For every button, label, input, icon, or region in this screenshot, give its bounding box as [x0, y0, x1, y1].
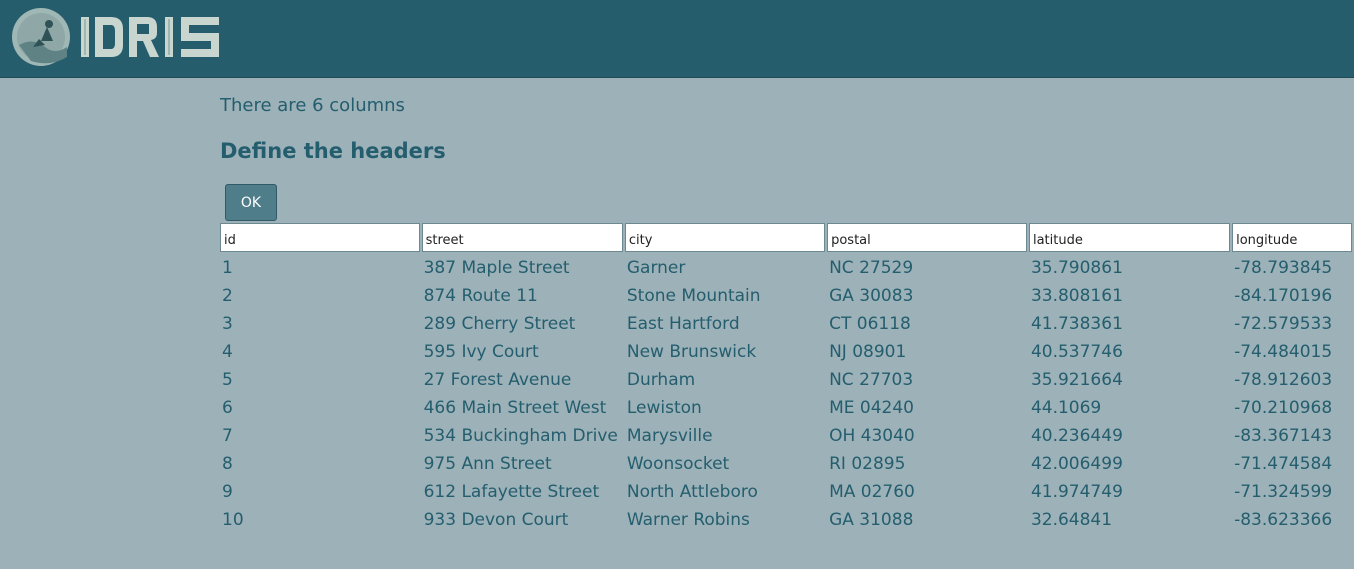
- cell-street: 289 Cherry Street: [423, 314, 576, 334]
- cell-longitude: -84.170196: [1234, 286, 1333, 306]
- cell-postal: NC 27703: [829, 370, 914, 390]
- cell-city: East Hartford: [626, 314, 740, 334]
- table-row: 9 612 Lafayette Street North Attleboro M…: [220, 478, 1352, 506]
- cell-city: Durham: [626, 370, 696, 390]
- table-row: 7 534 Buckingham Drive Marysville OH 430…: [220, 422, 1352, 450]
- cell-id: 6: [222, 398, 233, 418]
- cell-postal: CT 06118: [829, 314, 911, 334]
- header-input-latitude[interactable]: [1028, 223, 1231, 252]
- cell-postal: NC 27529: [829, 258, 914, 278]
- table-row: 10 933 Devon Court Warner Robins GA 3108…: [220, 506, 1352, 534]
- top-header-bar: [0, 0, 1354, 77]
- header-input-id[interactable]: [220, 223, 420, 252]
- cell-city: Woonsocket: [626, 454, 730, 474]
- cell-postal: GA 31088: [829, 510, 914, 530]
- table-row: 6 466 Main Street West Lewiston ME 04240…: [220, 394, 1352, 422]
- cell-id: 10: [222, 510, 244, 530]
- table-row: 8 975 Ann Street Woonsocket RI 02895 42.…: [220, 450, 1352, 478]
- table-row: 2 874 Route 11 Stone Mountain GA 30083 3…: [220, 282, 1352, 310]
- cell-longitude: -83.367143: [1234, 426, 1333, 446]
- table-row: 1 387 Maple Street Garner NC 27529 35.79…: [220, 254, 1352, 282]
- cell-city: Lewiston: [626, 398, 702, 418]
- cell-latitude: 32.64841: [1030, 510, 1113, 530]
- cell-city: Marysville: [626, 426, 713, 446]
- cell-longitude: -74.484015: [1234, 342, 1333, 362]
- cell-street: 975 Ann Street: [423, 454, 552, 474]
- cell-street: 933 Devon Court: [423, 510, 569, 530]
- cell-city: North Attleboro: [626, 482, 758, 502]
- cell-longitude: -78.793845: [1234, 258, 1333, 278]
- cell-postal: MA 02760: [829, 482, 915, 502]
- cell-id: 7: [222, 426, 233, 446]
- headers-table: 1 387 Maple Street Garner NC 27529 35.79…: [218, 223, 1354, 534]
- cell-postal: ME 04240: [829, 398, 914, 418]
- cell-longitude: -70.210968: [1234, 398, 1333, 418]
- header-input-postal[interactable]: [827, 223, 1027, 252]
- table-row: 3 289 Cherry Street East Hartford CT 061…: [220, 310, 1352, 338]
- cell-longitude: -83.623366: [1234, 510, 1333, 530]
- cell-postal: NJ 08901: [829, 342, 907, 362]
- header-input-row: [220, 223, 1352, 254]
- cell-id: 5: [222, 370, 233, 390]
- header-input-longitude[interactable]: [1232, 223, 1352, 252]
- cell-latitude: 35.921664: [1030, 370, 1123, 390]
- ok-button[interactable]: OK: [225, 184, 277, 221]
- header-input-street[interactable]: [421, 223, 623, 252]
- cell-latitude: 41.974749: [1030, 482, 1123, 502]
- column-count-text: There are 6 columns: [220, 95, 405, 116]
- cell-latitude: 40.236449: [1030, 426, 1123, 446]
- cell-longitude: -78.912603: [1234, 370, 1333, 390]
- cell-postal: OH 43040: [829, 426, 915, 446]
- cell-id: 8: [222, 454, 233, 474]
- cell-id: 1: [222, 258, 233, 278]
- table-row: 5 27 Forest Avenue Durham NC 27703 35.92…: [220, 366, 1352, 394]
- cell-id: 9: [222, 482, 233, 502]
- cell-street: 595 Ivy Court: [423, 342, 539, 362]
- cell-street: 27 Forest Avenue: [423, 370, 572, 390]
- cell-street: 874 Route 11: [423, 286, 538, 306]
- cell-postal: RI 02895: [829, 454, 906, 474]
- cell-latitude: 33.808161: [1030, 286, 1123, 306]
- cell-latitude: 40.537746: [1030, 342, 1123, 362]
- cell-city: Warner Robins: [626, 510, 750, 530]
- cell-longitude: -71.474584: [1234, 454, 1333, 474]
- cell-city: Garner: [626, 258, 686, 278]
- cell-latitude: 41.738361: [1030, 314, 1123, 334]
- main-content: There are 6 columns Define the headers O…: [220, 92, 1354, 530]
- cell-postal: GA 30083: [829, 286, 914, 306]
- cell-latitude: 42.006499: [1030, 454, 1123, 474]
- cell-longitude: -71.324599: [1234, 482, 1333, 502]
- table-row: 4 595 Ivy Court New Brunswick NJ 08901 4…: [220, 338, 1352, 366]
- cell-city: New Brunswick: [626, 342, 757, 362]
- cell-street: 466 Main Street West: [423, 398, 607, 418]
- cell-latitude: 44.1069: [1030, 398, 1102, 418]
- cell-street: 387 Maple Street: [423, 258, 570, 278]
- cell-street: 534 Buckingham Drive: [423, 426, 618, 446]
- table-body: 1 387 Maple Street Garner NC 27529 35.79…: [220, 254, 1352, 534]
- page-title: Define the headers: [220, 139, 446, 163]
- cell-id: 2: [222, 286, 233, 306]
- cell-id: 4: [222, 342, 233, 362]
- cell-longitude: -72.579533: [1234, 314, 1333, 334]
- cell-street: 612 Lafayette Street: [423, 482, 600, 502]
- cell-latitude: 35.790861: [1030, 258, 1123, 278]
- cell-city: Stone Mountain: [626, 286, 761, 306]
- cell-id: 3: [222, 314, 233, 334]
- header-input-city[interactable]: [624, 223, 826, 252]
- idris-logo: [12, 8, 219, 66]
